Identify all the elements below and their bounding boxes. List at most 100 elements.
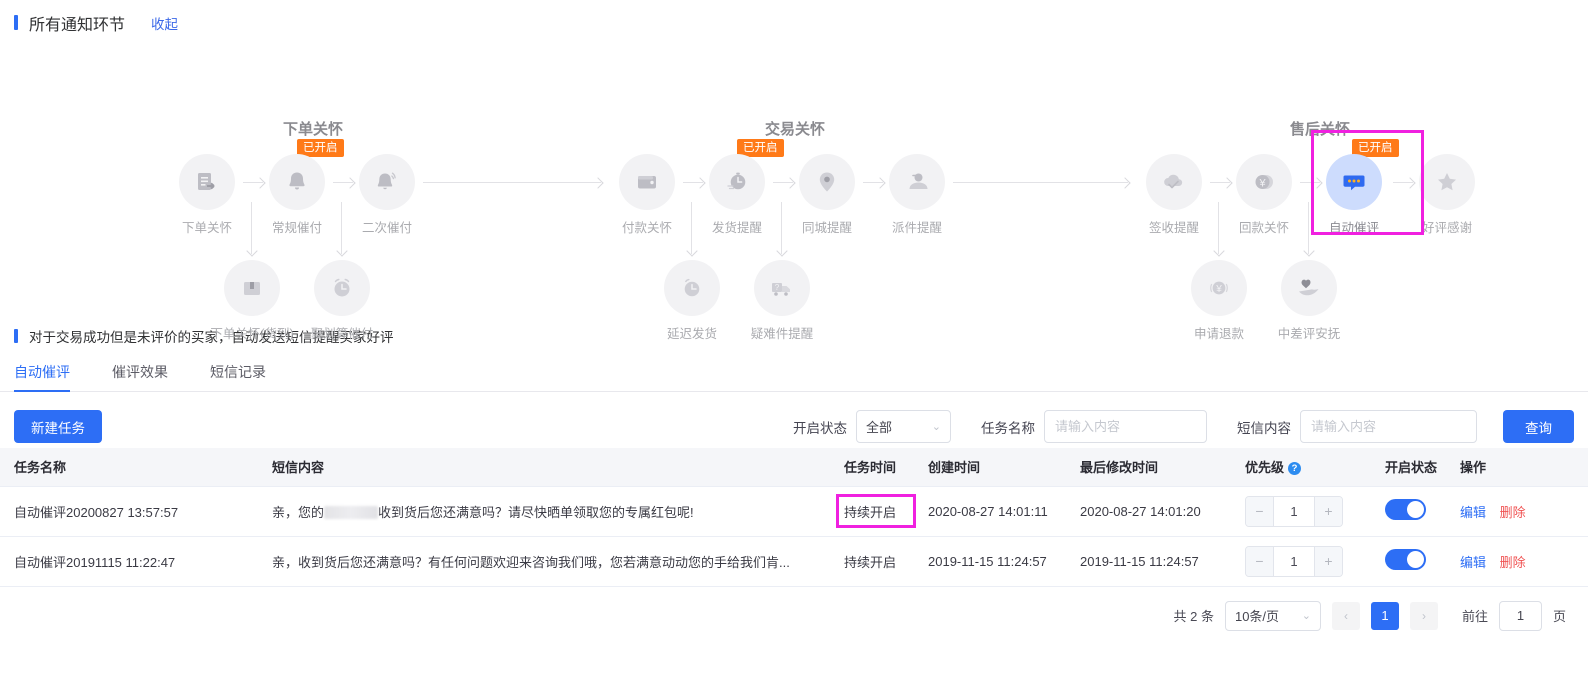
col-sms-content: 短信内容 <box>258 448 830 487</box>
edit-link[interactable]: 编辑 <box>1460 505 1486 520</box>
page-size-select[interactable]: 10条/页 ⌄ <box>1224 600 1321 631</box>
delete-link[interactable]: 删除 <box>1500 505 1526 520</box>
page-size-value: 10条/页 <box>1234 609 1280 624</box>
flow-connector <box>1308 202 1309 254</box>
flow-connector <box>691 202 692 254</box>
edit-link[interactable]: 编辑 <box>1460 555 1486 570</box>
col-priority-label: 优先级 <box>1245 460 1285 476</box>
flow-node-juhuasuan-reminder[interactable]: 聚划算催付 <box>293 260 391 342</box>
courier-person-icon <box>889 154 945 210</box>
stepper-value[interactable]: 1 <box>1273 546 1315 576</box>
redacted-block <box>324 505 379 519</box>
cell-sms-content: 亲，您的 收到货后您还满意吗？请尽快晒单领取您的专属红包呢! <box>258 486 830 537</box>
flow-node-shipping-reminder[interactable]: 发货提醒 <box>688 154 786 236</box>
task-name-input[interactable] <box>1044 410 1207 443</box>
flow-node-samecity-reminder[interactable]: 同城提醒 <box>778 154 876 236</box>
toggle-knob <box>1407 551 1424 568</box>
help-icon[interactable]: ? <box>1288 462 1302 476</box>
section-header: 所有通知环节 收起 <box>0 0 1588 34</box>
flow-node-order-care[interactable]: 下单关怀 <box>158 154 256 236</box>
filter-status: 开启状态 全部 ⌄ <box>793 410 951 443</box>
prev-page-button[interactable]: ‹ <box>1331 601 1360 630</box>
filter-sms-content: 短信内容 <box>1237 410 1477 443</box>
priority-stepper[interactable]: − 1 + <box>1245 495 1343 527</box>
sms-after: 收到货后您还满意吗？请尽快晒单领取您的专属红包呢! <box>378 504 694 520</box>
flow-connector <box>781 202 782 254</box>
flow-node-negative-review-comfort[interactable]: 中差评安抚 <box>1260 260 1358 342</box>
delete-link[interactable]: 删除 <box>1500 555 1526 570</box>
flow-connector <box>333 182 353 183</box>
filter-task-name-label: 任务名称 <box>981 420 1035 436</box>
flow-node-label: 疑难件提醒 <box>750 327 814 341</box>
status-select-value: 全部 <box>866 420 893 435</box>
pagination: 共 2 条 10条/页 ⌄ ‹ 1 › 前往 页 <box>0 587 1588 631</box>
total-count-label: 共 2 条 <box>1173 609 1214 624</box>
yuan-refund-icon: ¥ <box>1191 260 1247 316</box>
flow-node-repayment-care[interactable]: ¥ 回款关怀 <box>1215 154 1313 236</box>
flow-node-delivery-reminder[interactable]: 派件提醒 <box>868 154 966 236</box>
query-button[interactable]: 查询 <box>1503 410 1574 443</box>
flow-node-order-care-cod[interactable]: 下单关怀(货到) <box>203 260 301 342</box>
stepper-increment-button[interactable]: + <box>1315 546 1342 576</box>
sms-content-input[interactable] <box>1300 410 1477 443</box>
tab-bar: 自动催评 催评效果 短信记录 <box>0 350 1588 392</box>
flow-node-label: 自动催评 <box>1328 221 1379 235</box>
table-row[interactable]: 自动催评20191115 11:22:47 亲，收到货后您还满意吗？有任何问题欢… <box>0 536 1588 587</box>
svg-text:¥: ¥ <box>1258 178 1266 190</box>
sms-content-text: 亲，收到货后您还满意吗？有任何问题欢迎来咨询我们哦，您若满意动动您的手给我们肯.… <box>272 554 790 570</box>
svg-text:?: ? <box>775 283 780 292</box>
filter-task-name: 任务名称 <box>981 410 1207 443</box>
cell-sms-content: 亲，收到货后您还满意吗？有任何问题欢迎来咨询我们哦，您若满意动动您的手给我们肯.… <box>258 536 830 587</box>
accent-bar <box>14 15 18 30</box>
alarm-clock-icon <box>314 260 370 316</box>
cell-priority: − 1 + <box>1231 486 1371 537</box>
stepper-decrement-button[interactable]: − <box>1246 546 1273 576</box>
filter-sms-content-label: 短信内容 <box>1237 420 1291 436</box>
flow-connector <box>683 182 703 183</box>
flow-node-label: 中差评安抚 <box>1277 327 1341 341</box>
toolbar: 新建任务 开启状态 全部 ⌄ 任务名称 短信内容 查询 <box>0 392 1588 448</box>
tab-sms-log[interactable]: 短信记录 <box>210 362 266 391</box>
flow-node-second-reminder[interactable]: 二次催付 <box>338 154 436 236</box>
page-number-1[interactable]: 1 <box>1370 601 1399 630</box>
table-row[interactable]: 自动催评20200827 13:57:57 亲，您的 收到货后您还满意吗？请尽快晒… <box>0 486 1588 537</box>
goto-page-input[interactable] <box>1498 600 1542 631</box>
flow-node-label: 付款关怀 <box>621 221 672 235</box>
flow-node-problem-parcel-reminder[interactable]: ? 疑难件提醒 <box>733 260 831 342</box>
toggle-knob <box>1407 501 1424 518</box>
stepper-value[interactable]: 1 <box>1273 496 1315 526</box>
col-status: 开启状态 <box>1371 448 1446 487</box>
flow-node-good-review-thanks[interactable]: 好评感谢 <box>1398 154 1496 236</box>
cell-task-name: 自动催评20200827 13:57:57 <box>0 486 258 537</box>
cell-modify-time: 2019-11-15 11:24:57 <box>1066 536 1231 587</box>
new-task-button[interactable]: 新建任务 <box>14 410 102 443</box>
flow-node-regular-reminder[interactable]: 常规催付 <box>248 154 346 236</box>
cell-enabled <box>1371 536 1446 587</box>
flow-node-label: 同城提醒 <box>801 221 852 235</box>
stepper-decrement-button[interactable]: − <box>1246 496 1273 526</box>
enable-toggle[interactable] <box>1385 499 1426 520</box>
tab-auto-review[interactable]: 自动催评 <box>14 362 70 392</box>
flow-node-label: 派件提醒 <box>891 221 942 235</box>
filter-status-label: 开启状态 <box>793 420 847 436</box>
flow-node-refund-request[interactable]: ¥ 申请退款 <box>1170 260 1268 342</box>
priority-stepper[interactable]: − 1 + <box>1245 545 1343 577</box>
enable-toggle[interactable] <box>1385 549 1426 570</box>
cell-task-name: 自动催评20191115 11:22:47 <box>0 536 258 587</box>
stepper-increment-button[interactable]: + <box>1315 496 1342 526</box>
status-select[interactable]: 全部 ⌄ <box>856 410 951 443</box>
tab-review-effect[interactable]: 催评效果 <box>112 362 168 391</box>
flow-node-delayed-shipping[interactable]: 延迟发货 <box>643 260 741 342</box>
next-page-button[interactable]: › <box>1409 601 1438 630</box>
cell-task-time: 持续开启 <box>830 536 914 587</box>
flow-connector <box>1393 182 1413 183</box>
flow-node-signed-reminder[interactable]: 签收提醒 <box>1125 154 1223 236</box>
chevron-down-icon: ⌄ <box>931 421 941 433</box>
flow-node-payment-care[interactable]: 付款关怀 <box>598 154 696 236</box>
page-title: 所有通知环节 <box>29 16 126 34</box>
collapse-link[interactable]: 收起 <box>151 13 178 33</box>
flow-node-auto-review-reminder[interactable]: 自动催评 <box>1305 154 1403 236</box>
stopwatch-icon <box>709 154 765 210</box>
wallet-icon <box>619 154 675 210</box>
flow-connector <box>953 182 1128 183</box>
